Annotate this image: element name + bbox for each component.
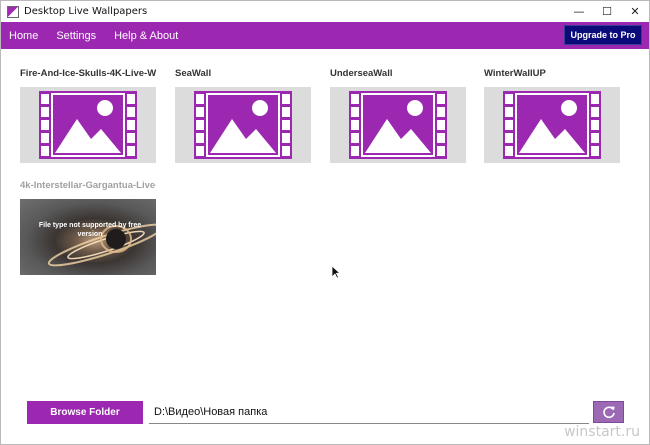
image-placeholder-icon	[39, 91, 137, 159]
image-placeholder-icon	[194, 91, 292, 159]
menu-home[interactable]: Home	[9, 30, 38, 42]
close-button[interactable]: ✕	[621, 1, 649, 22]
browse-folder-button[interactable]: Browse Folder	[27, 401, 143, 424]
wallpaper-thumbnail[interactable]	[484, 87, 620, 163]
wallpaper-tile[interactable]: 4k-Interstellar-Gargantua-Live-Wallpaper…	[20, 180, 156, 275]
image-placeholder-icon	[503, 91, 601, 159]
app-window: Desktop Live Wallpapers — ☐ ✕ Home Setti…	[0, 0, 650, 445]
unsupported-message: File type not supported by free version	[38, 222, 142, 238]
window-title: Desktop Live Wallpapers	[24, 6, 148, 17]
refresh-button[interactable]	[593, 401, 624, 423]
wallpaper-name: Fire-And-Ice-Skulls-4K-Live-Wallpaper	[20, 68, 156, 79]
refresh-icon	[602, 406, 615, 419]
menu-settings[interactable]: Settings	[56, 30, 96, 42]
wallpaper-name: UnderseaWall	[330, 68, 393, 79]
folder-path-field[interactable]: D:\Видео\Новая папка	[149, 401, 589, 424]
app-icon	[7, 5, 19, 18]
watermark-text: winstart.ru	[564, 424, 640, 440]
wallpaper-tile[interactable]: WinterWallUP	[484, 68, 620, 163]
upgrade-button[interactable]: Upgrade to Pro	[564, 25, 642, 45]
wallpaper-thumbnail[interactable]	[20, 87, 156, 163]
wallpaper-name: 4k-Interstellar-Gargantua-Live-Wallpaper	[20, 180, 156, 191]
wallpaper-thumbnail[interactable]	[330, 87, 466, 163]
window-controls: — ☐ ✕	[565, 1, 649, 22]
mouse-cursor-icon	[331, 265, 341, 279]
maximize-button[interactable]: ☐	[593, 1, 621, 22]
minimize-button[interactable]: —	[565, 1, 593, 22]
menu-bar: Home Settings Help & About Upgrade to Pr…	[1, 22, 649, 49]
menu-help-about[interactable]: Help & About	[114, 30, 178, 42]
wallpaper-name: WinterWallUP	[484, 68, 546, 79]
wallpaper-name: SeaWall	[175, 68, 212, 79]
title-bar: Desktop Live Wallpapers — ☐ ✕	[1, 1, 649, 22]
wallpaper-tile[interactable]: SeaWall	[175, 68, 311, 163]
image-placeholder-icon	[349, 91, 447, 159]
wallpaper-tile[interactable]: UnderseaWall	[330, 68, 466, 163]
wallpaper-thumbnail[interactable]	[175, 87, 311, 163]
wallpaper-preview[interactable]: File type not supported by free version	[20, 199, 156, 275]
wallpaper-tile[interactable]: Fire-And-Ice-Skulls-4K-Live-Wallpaper	[20, 68, 156, 163]
